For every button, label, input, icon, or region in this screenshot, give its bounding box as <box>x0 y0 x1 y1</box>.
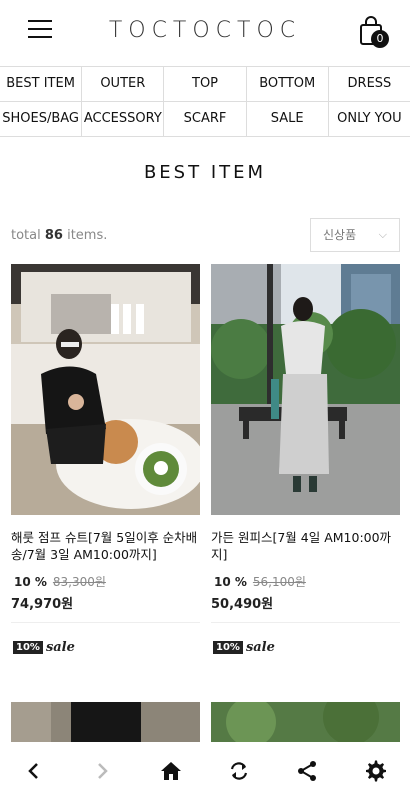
share-icon <box>298 761 317 781</box>
discount-rate: 10 % <box>14 575 47 589</box>
product-image[interactable] <box>211 702 400 742</box>
bottom-navigation <box>0 742 410 800</box>
product-image[interactable] <box>211 264 400 515</box>
refresh-button[interactable] <box>219 751 259 791</box>
home-icon <box>160 762 181 780</box>
logo[interactable]: TOCTOCTOC <box>0 18 410 43</box>
category-bottom[interactable]: BOTTOM <box>247 67 329 101</box>
share-button[interactable] <box>287 751 327 791</box>
back-button[interactable] <box>14 751 54 791</box>
settings-button[interactable] <box>356 751 396 791</box>
original-price: 83,300원 <box>52 575 106 589</box>
forward-button[interactable] <box>82 751 122 791</box>
section-title: BEST ITEM <box>143 162 267 183</box>
final-price: 74,970원 <box>11 597 74 612</box>
discount-rate: 10 % <box>214 575 247 589</box>
chevron-down-icon: ⌵ <box>378 228 387 241</box>
total-count: total 86 items. <box>11 228 108 243</box>
category-scarf[interactable]: SCARF <box>164 102 247 136</box>
original-price: 56,100원 <box>252 575 306 589</box>
header: TOCTOCTOC 0 <box>0 0 410 66</box>
product-price-row: 10 % 56,100원 <box>211 573 400 590</box>
category-grid: BEST ITEM OUTER TOP BOTTOM DRESS SHOES/B… <box>0 66 410 137</box>
category-outer[interactable]: OUTER <box>82 67 165 101</box>
product-image[interactable] <box>11 702 200 742</box>
product-price-row: 10 % 83,300원 <box>11 573 200 590</box>
category-top[interactable]: TOP <box>164 67 247 101</box>
divider <box>211 622 400 623</box>
divider <box>11 622 200 623</box>
category-sale[interactable]: SALE <box>247 102 329 136</box>
category-best-item[interactable]: BEST ITEM <box>0 67 83 101</box>
category-dress[interactable]: DRESS <box>329 67 410 101</box>
cart-count-badge: 0 <box>371 30 389 48</box>
category-accessory[interactable]: ACCESSORY <box>82 102 165 136</box>
sale-badge: 10% sale <box>13 640 75 655</box>
gear-icon <box>365 760 386 782</box>
refresh-icon <box>231 762 248 780</box>
product-image[interactable] <box>11 264 200 515</box>
chevron-right-icon <box>98 763 109 779</box>
chevron-left-icon <box>28 763 39 779</box>
home-button[interactable] <box>151 751 191 791</box>
final-price: 50,490원 <box>211 597 274 612</box>
product-card[interactable]: 가든 원피스[7월 4일 AM10:00까지] 10 % 56,100원 50,4… <box>211 264 400 623</box>
sale-badge: 10% sale <box>213 640 275 655</box>
category-shoes-bag[interactable]: SHOES/BAG <box>0 102 83 136</box>
menu-icon[interactable] <box>28 20 52 40</box>
sort-dropdown[interactable]: 신상품 ⌵ <box>310 218 400 252</box>
product-name[interactable]: 해룻 점프 슈트[7월 5일이후 순차배송/7월 3일 AM10:00까지] <box>11 529 200 563</box>
sort-selected-label: 신상품 <box>323 228 357 242</box>
product-name[interactable]: 가든 원피스[7월 4일 AM10:00까지] <box>211 529 400 563</box>
category-only-you[interactable]: ONLY YOU <box>329 102 410 136</box>
cart-button[interactable]: 0 <box>358 16 392 50</box>
product-card[interactable]: 해룻 점프 슈트[7월 5일이후 순차배송/7월 3일 AM10:00까지] 1… <box>11 264 200 623</box>
